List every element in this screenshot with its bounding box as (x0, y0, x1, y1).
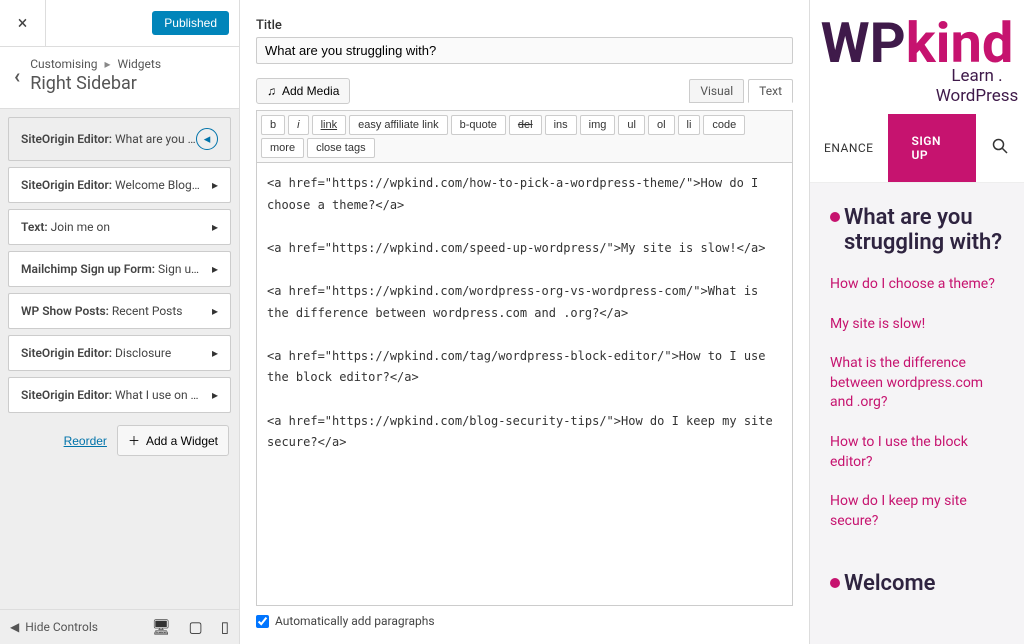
auto-paragraphs-row[interactable]: Automatically add paragraphs (256, 606, 793, 636)
sidebar-header: ‹ Customising ▸ Widgets Right Sidebar (0, 47, 239, 109)
device-preview-toggles: 🖥 ▢ ▯ (152, 618, 230, 636)
breadcrumb-root: Customising (30, 57, 97, 71)
widget-item[interactable]: WP Show Posts: Recent Posts▸ (8, 293, 231, 329)
preview-link[interactable]: My site is slow! (830, 315, 1004, 335)
widget-item[interactable]: Text: Join me on▸ (8, 209, 231, 245)
chevron-right-icon: ▸ (212, 304, 218, 318)
tab-visual[interactable]: Visual (689, 79, 744, 103)
title-label: Title (256, 18, 793, 33)
media-icon: ♫ (267, 84, 276, 98)
add-media-label: Add Media (282, 84, 339, 98)
widget-item-label: Mailchimp Sign up Form: Sign u… (21, 262, 212, 276)
customizer-sidebar: × Published ‹ Customising ▸ Widgets Righ… (0, 0, 240, 644)
widget-item[interactable]: SiteOrigin Editor: What I use on …▸ (8, 377, 231, 413)
chevron-right-icon: ▸ (212, 262, 218, 276)
widget-item-label: Text: Join me on (21, 220, 212, 234)
editor-toolbar: bilinkeasy affiliate linkb-quotedelinsim… (256, 110, 793, 162)
breadcrumb-leaf: Widgets (117, 57, 161, 71)
accent-dot-icon (830, 578, 840, 588)
preview-widget-title: What are you struggling with? (830, 205, 1004, 255)
hide-controls-label: Hide Controls (25, 620, 98, 634)
breadcrumb: Customising ▸ Widgets (30, 57, 225, 71)
preview-link-list: How do I choose a theme? My site is slow!… (830, 275, 1004, 531)
widget-item[interactable]: Mailchimp Sign up Form: Sign u…▸ (8, 251, 231, 287)
preview-sidebar-widget: What are you struggling with? How do I c… (810, 183, 1024, 644)
desktop-icon[interactable]: 🖥 (152, 618, 171, 636)
plus-icon: ＋ (128, 432, 140, 449)
reorder-row: Reorder ＋Add a Widget (8, 419, 231, 462)
widget-list: SiteOrigin Editor: What are you …◂SiteOr… (0, 109, 239, 609)
sidebar-top-bar: × Published (0, 0, 239, 47)
toolbar-ins-button[interactable]: ins (545, 115, 577, 135)
preview-link[interactable]: How do I keep my site secure? (830, 492, 1004, 531)
toolbar-link-button[interactable]: link (312, 115, 347, 135)
widget-item-label: SiteOrigin Editor: Welcome Blog… (21, 178, 212, 192)
nav-signup[interactable]: SIGN UP (888, 114, 976, 182)
widget-item-label: WP Show Posts: Recent Posts (21, 304, 212, 318)
widget-item-label: SiteOrigin Editor: What are you … (21, 132, 196, 146)
toolbar-code-button[interactable]: code (703, 115, 745, 135)
logo-wp-part: WP (821, 10, 906, 76)
preview-link[interactable]: What is the difference between wordpress… (830, 354, 1004, 413)
toolbar-del-button[interactable]: del (509, 115, 542, 135)
toolbar-more-button[interactable]: more (261, 138, 304, 158)
toolbar-ul-button[interactable]: ul (618, 115, 645, 135)
tab-text[interactable]: Text (748, 79, 793, 103)
widget-editor-pane: Title ♫ Add Media Visual Text bilinkeasy… (240, 0, 810, 644)
mobile-icon[interactable]: ▯ (221, 618, 229, 636)
app-root: × Published ‹ Customising ▸ Widgets Righ… (0, 0, 1024, 644)
tablet-icon[interactable]: ▢ (189, 618, 203, 636)
chevron-right-icon: ▸ (212, 346, 218, 360)
site-preview: WPkind Learn . WordPress ENANCE SIGN UP … (810, 0, 1024, 644)
toolbar-li-button[interactable]: li (678, 115, 701, 135)
toolbar-b-quote-button[interactable]: b-quote (451, 115, 506, 135)
code-textarea[interactable] (256, 162, 793, 606)
publish-button[interactable]: Published (152, 11, 229, 35)
auto-paragraphs-label: Automatically add paragraphs (275, 614, 435, 628)
site-nav: ENANCE SIGN UP (810, 114, 1024, 183)
widget-item-label: SiteOrigin Editor: What I use on … (21, 388, 212, 402)
panel-title: Right Sidebar (30, 73, 225, 94)
toolbar-i-button[interactable]: i (288, 115, 308, 135)
search-icon[interactable] (976, 118, 1024, 178)
chevron-right-icon: ▸ (212, 388, 218, 402)
title-input[interactable] (256, 37, 793, 64)
toolbar-b-button[interactable]: b (261, 115, 285, 135)
preview-next-heading: Welcome (830, 571, 1004, 596)
toolbar-ol-button[interactable]: ol (648, 115, 675, 135)
editor-tabs: Visual Text (689, 79, 793, 103)
chevron-right-icon: ▸ (212, 178, 218, 192)
toolbar-close-tags-button[interactable]: close tags (307, 138, 375, 158)
toolbar-easy-affiliate-link-button[interactable]: easy affiliate link (349, 115, 448, 135)
add-widget-button[interactable]: ＋Add a Widget (117, 425, 229, 456)
logo-area: WPkind Learn . WordPress (810, 0, 1024, 114)
close-customizer-button[interactable]: × (0, 0, 46, 46)
add-media-button[interactable]: ♫ Add Media (256, 78, 350, 104)
collapse-icon: ◀ (10, 620, 19, 634)
widget-item[interactable]: SiteOrigin Editor: Disclosure▸ (8, 335, 231, 371)
toolbar-img-button[interactable]: img (580, 115, 616, 135)
preview-link[interactable]: How to I use the block editor? (830, 433, 1004, 472)
hide-controls-button[interactable]: ◀ Hide Controls (10, 620, 98, 634)
widget-item-label: SiteOrigin Editor: Disclosure (21, 346, 212, 360)
widget-collapse-icon: ◂ (196, 128, 218, 150)
accent-dot-icon (830, 212, 840, 222)
nav-item-partial[interactable]: ENANCE (810, 121, 888, 175)
preview-link[interactable]: How do I choose a theme? (830, 275, 1004, 295)
breadcrumb-separator-icon: ▸ (104, 57, 110, 71)
editor-controls-row: ♫ Add Media Visual Text (256, 78, 793, 104)
widget-item[interactable]: SiteOrigin Editor: Welcome Blog…▸ (8, 167, 231, 203)
widget-item[interactable]: SiteOrigin Editor: What are you …◂ (8, 117, 231, 161)
sidebar-footer: ◀ Hide Controls 🖥 ▢ ▯ (0, 609, 239, 644)
auto-paragraphs-checkbox[interactable] (256, 615, 269, 628)
chevron-right-icon: ▸ (212, 220, 218, 234)
reorder-button[interactable]: Reorder (64, 434, 107, 448)
back-arrow-icon[interactable]: ‹ (14, 64, 20, 88)
